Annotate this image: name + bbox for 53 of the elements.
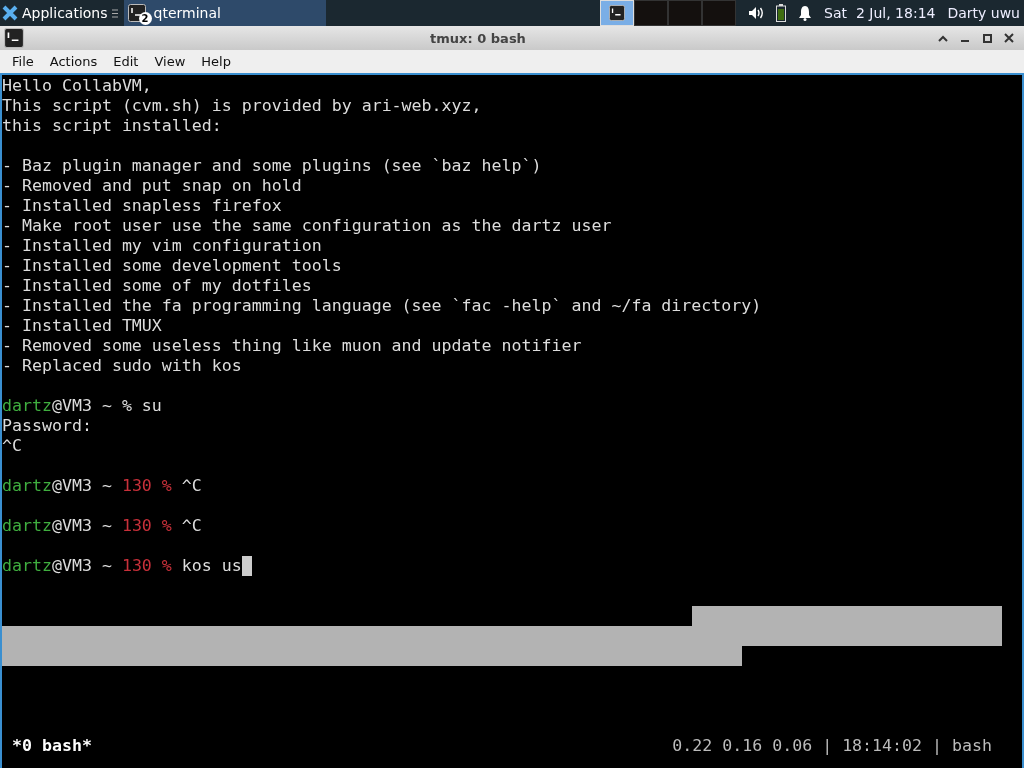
terminal-text: - Installed snapless firefox	[2, 196, 282, 216]
terminal-text: dartz	[2, 556, 52, 576]
menu-item[interactable]: Actions	[41, 54, 106, 69]
taskbar-task[interactable]: 2 qterminal	[123, 0, 326, 26]
maximize-button[interactable]	[982, 33, 992, 43]
terminal-icon	[127, 4, 146, 22]
terminal-text: 130 %	[121, 516, 172, 536]
menu-item[interactable]: View	[146, 54, 194, 69]
clock[interactable]: Sat 2 Jul, 18:14	[824, 5, 936, 21]
terminal-text: dartz	[2, 516, 52, 536]
menu-icon	[111, 8, 118, 18]
terminal-text: Password:	[2, 416, 92, 436]
terminal-text: dartz	[2, 396, 52, 416]
tmux-status-info: 0.22 0.16 0.06 | 18:14:02 | bash	[672, 735, 992, 755]
menu-item[interactable]: File	[4, 54, 42, 69]
terminal-text: 130 %	[121, 556, 172, 576]
terminal-text: - Removed some useless thing like muon and update notifier	[2, 336, 582, 356]
terminal-text: - Installed some of my dotfiles	[2, 276, 312, 296]
terminal-text: - Installed TMUX	[2, 316, 162, 336]
window-title: tmux: 0 bash	[429, 30, 527, 46]
terminal-text: @VM3 ~	[51, 556, 113, 576]
user-name[interactable]: Darty uwu	[947, 5, 1020, 21]
menu-item[interactable]: Edit	[105, 54, 147, 69]
terminal-text: ^C	[180, 516, 202, 536]
menu-item[interactable]: Help	[193, 54, 239, 69]
terminal-text: @VM3 ~	[51, 516, 113, 536]
terminal-icon	[4, 28, 24, 48]
volume-icon[interactable]	[748, 6, 765, 20]
terminal-text: - Removed and put snap on hold	[2, 176, 302, 196]
terminal-text: - Installed the fa programming language (see `fac -help` and ~/fa directory)	[2, 296, 762, 316]
tmux-window-label: *0 bash*	[12, 735, 92, 755]
close-button[interactable]	[1004, 33, 1014, 43]
terminal-text: - Baz plugin manager and some plugins (see `baz help`)	[2, 156, 542, 176]
terminal-text: 130 %	[121, 476, 172, 496]
terminal-text: - Installed my vim configuration	[2, 236, 322, 256]
bell-icon[interactable]	[798, 5, 813, 21]
terminal-text: This script (cvm.sh) is provided by ari-web.xyz,	[2, 96, 482, 116]
x-logo-icon	[2, 5, 18, 21]
terminal-text: - Make root user use the same configuration as the dartz user	[2, 216, 612, 236]
terminal-text: - Replaced sudo with kos	[2, 356, 242, 376]
terminal-icon	[609, 5, 626, 21]
terminal-text: @VM3 ~	[51, 476, 113, 496]
terminal-text: this script installed:	[2, 116, 222, 136]
battery-icon[interactable]	[776, 4, 787, 22]
shade-button[interactable]	[938, 34, 948, 42]
terminal-text: ^C	[180, 476, 202, 496]
terminal-text: - Installed some development tools	[2, 256, 342, 276]
applications-menu[interactable]: Applications	[0, 0, 124, 26]
terminal-text: @VM3 ~ % su	[51, 396, 162, 416]
terminal-text: ^C	[2, 436, 22, 456]
terminal-text: Hello CollabVM,	[2, 76, 152, 96]
terminal-text: dartz	[2, 476, 52, 496]
terminal-text: kos us	[180, 556, 242, 576]
